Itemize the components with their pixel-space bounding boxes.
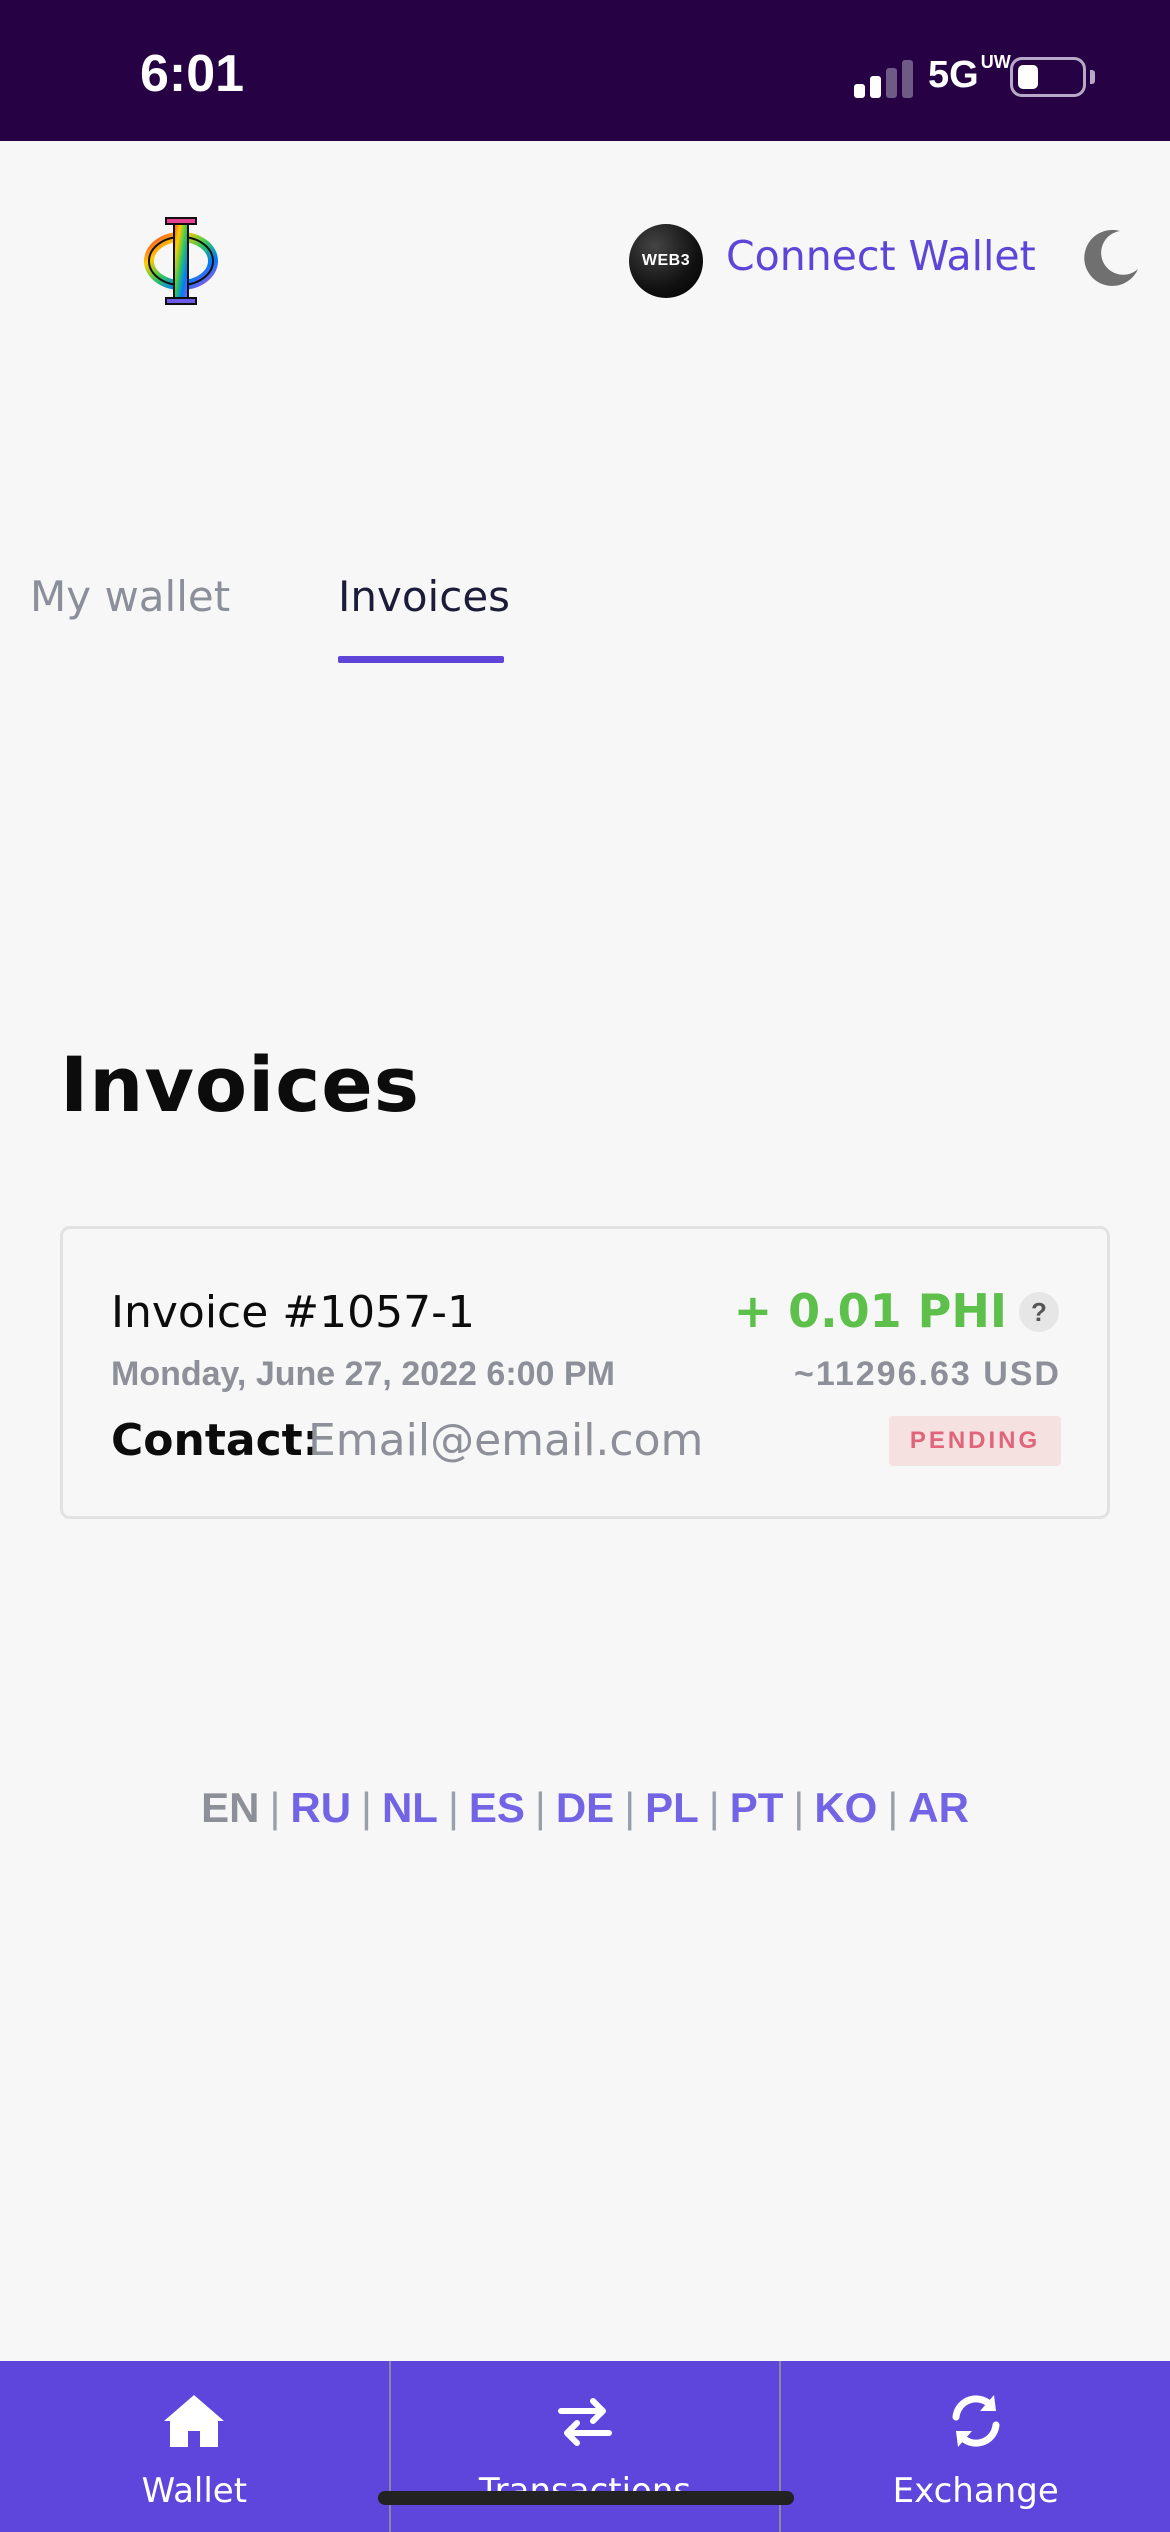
lang-separator: | [708, 1784, 720, 1831]
phi-logo[interactable] [138, 216, 224, 306]
status-badge: PENDING [889, 1416, 1061, 1466]
lang-ru[interactable]: RU [290, 1784, 351, 1831]
home-icon [162, 2391, 226, 2451]
lang-ar[interactable]: AR [908, 1784, 969, 1831]
contact-email: Email@email.com [308, 1415, 704, 1466]
lang-separator: | [793, 1784, 805, 1831]
nav-wallet[interactable]: Wallet [0, 2361, 389, 2532]
lang-de[interactable]: DE [556, 1784, 614, 1831]
invoice-amount: + 0.01 PHI [733, 1284, 1007, 1338]
lang-en[interactable]: EN [201, 1784, 259, 1831]
battery-tip [1090, 70, 1095, 84]
home-indicator [378, 2491, 794, 2505]
lang-es[interactable]: ES [469, 1784, 525, 1831]
nav-exchange[interactable]: Exchange [779, 2361, 1170, 2532]
nav-exchange-label: Exchange [892, 2471, 1059, 2511]
status-time: 6:01 [140, 45, 245, 103]
bottom-navigation: Wallet Transactions Exchange [0, 2361, 1170, 2532]
lang-separator: | [534, 1784, 546, 1831]
status-bar: 6:01 5G UW [0, 0, 1170, 141]
connect-wallet-button[interactable]: Connect Wallet [726, 232, 1036, 280]
nav-transactions[interactable]: Transactions [388, 2361, 780, 2532]
moon-icon[interactable] [1076, 225, 1142, 291]
invoice-card[interactable]: Invoice #1057-1 Monday, June 27, 2022 6:… [60, 1226, 1110, 1519]
transfer-arrows-icon [553, 2391, 617, 2451]
battery-icon [1010, 57, 1086, 97]
language-selector: EN | RU | NL | ES | DE | PL | PT | KO | AR [0, 1784, 1170, 1832]
invoice-title: Invoice #1057-1 [111, 1287, 476, 1338]
contact-label: Contact: [111, 1415, 321, 1466]
lang-ko[interactable]: KO [814, 1784, 877, 1831]
lang-separator: | [887, 1784, 899, 1831]
invoice-usd-value: ~11296.63 USD [793, 1355, 1061, 1393]
tab-invoices[interactable]: Invoices [338, 572, 510, 621]
lang-separator: | [269, 1784, 281, 1831]
network-indicator: 5G UW [928, 52, 1011, 96]
invoice-date: Monday, June 27, 2022 6:00 PM [111, 1355, 615, 1393]
help-icon[interactable]: ? [1019, 1292, 1059, 1332]
lang-pt[interactable]: PT [730, 1784, 784, 1831]
page-title: Invoices [60, 1040, 421, 1129]
active-tab-indicator [338, 656, 504, 663]
refresh-icon [944, 2391, 1008, 2451]
cellular-signal-icon [854, 58, 916, 98]
lang-nl[interactable]: NL [382, 1784, 438, 1831]
web3-badge[interactable]: WEB3 [629, 224, 703, 298]
lang-pl[interactable]: PL [645, 1784, 699, 1831]
lang-separator: | [361, 1784, 372, 1831]
nav-wallet-label: Wallet [141, 2471, 248, 2511]
lang-separator: | [624, 1784, 636, 1831]
lang-separator: | [447, 1784, 459, 1831]
network-superscript: UW [980, 52, 1011, 72]
tab-my-wallet[interactable]: My wallet [30, 572, 230, 621]
